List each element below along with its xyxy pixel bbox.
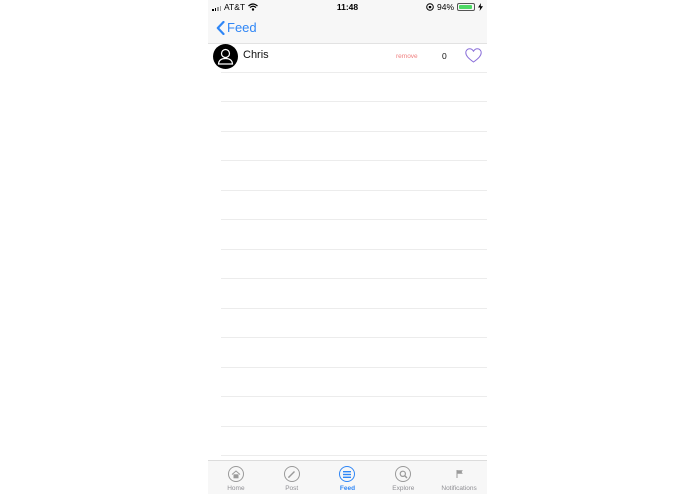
user-name[interactable]: Chris [243,49,269,61]
row-separator [221,308,487,309]
status-right: 94% [426,2,483,12]
person-icon [217,48,234,65]
tab-label: Home [227,485,245,492]
row-separator [221,219,487,220]
home-icon [227,466,244,482]
row-separator [221,337,487,338]
row-separator [221,249,487,250]
phone-screen: AT&T 11:48 94% Feed Chris remove 0 Home … [208,0,487,494]
row-separator [221,396,487,397]
remove-button[interactable]: remove [396,53,418,60]
row-separator [221,426,487,427]
navigation-bar: Feed [208,14,487,44]
avatar[interactable] [213,44,238,69]
battery-percent: 94% [436,2,454,12]
row-separator [221,278,487,279]
tab-label: Explore [392,485,415,492]
row-separator [221,190,487,191]
back-label: Feed [227,20,257,35]
pencil-icon [283,466,300,482]
row-separator [221,160,487,161]
tab-bar: Home Post Feed Explore Notifications [208,460,487,494]
row-separator [221,131,487,132]
heart-icon[interactable] [465,48,482,63]
battery-icon [457,3,475,11]
list-icon [339,466,356,482]
row-separator [221,101,487,102]
tab-feed[interactable]: Feed [320,461,376,494]
tab-notifications[interactable]: Notifications [431,461,487,494]
status-bar: AT&T 11:48 94% [208,0,487,14]
search-icon [395,466,412,482]
chevron-left-icon [216,20,225,35]
flag-icon [451,466,467,482]
tab-label: Feed [339,485,356,492]
tab-home[interactable]: Home [208,461,264,494]
tab-post[interactable]: Post [264,461,320,494]
tab-explore[interactable]: Explore [375,461,431,494]
row-separator [221,455,487,456]
back-button[interactable]: Feed [216,20,257,35]
battery-fill [459,5,473,9]
like-count: 0 [442,51,447,61]
row-separator [221,367,487,368]
row-separator [221,72,487,73]
tab-label: Notifications [441,485,477,492]
list-item[interactable]: Chris remove 0 [208,43,487,72]
tab-label: Post [285,485,299,492]
charging-icon [478,3,483,11]
orientation-lock-icon [426,3,434,11]
